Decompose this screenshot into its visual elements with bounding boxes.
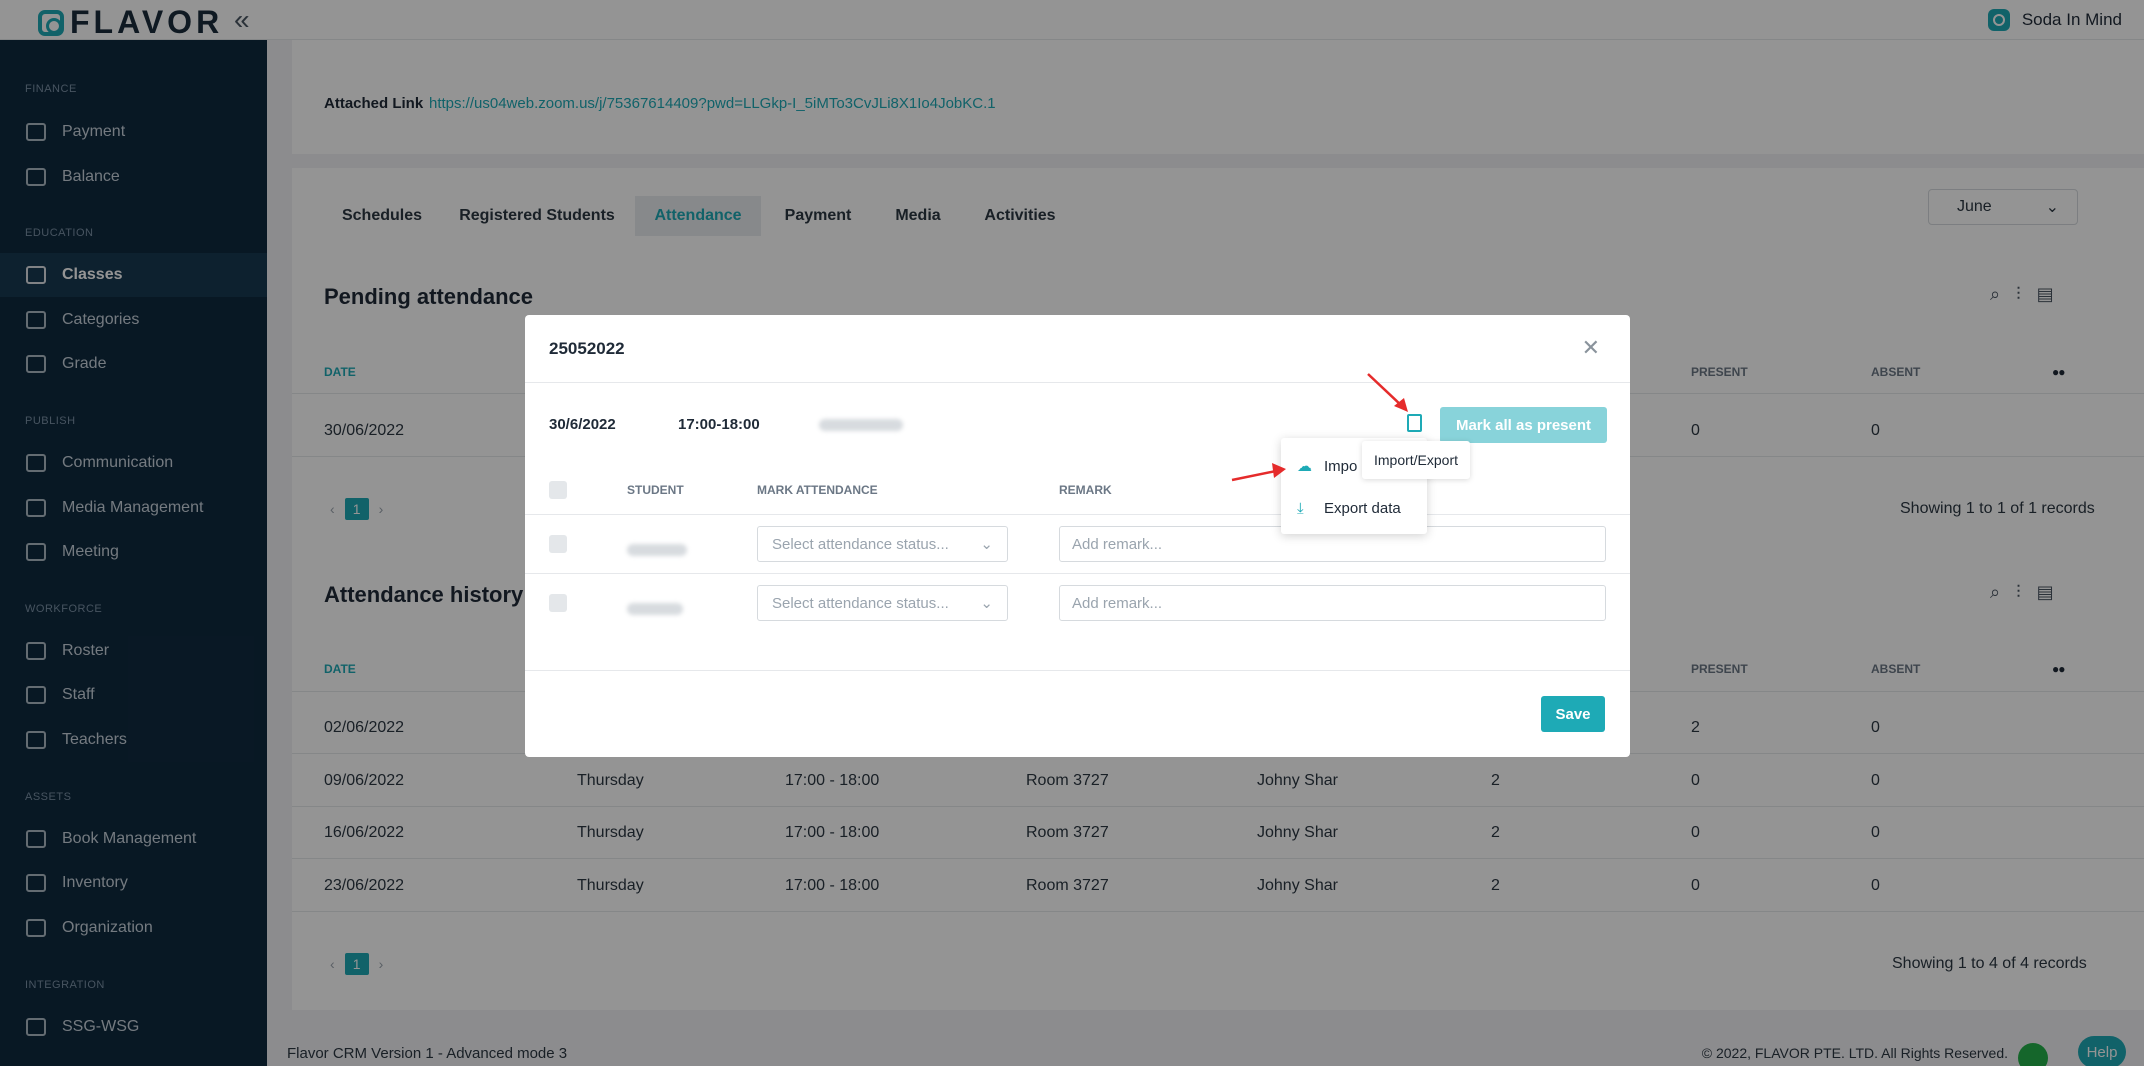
row-checkbox[interactable] bbox=[549, 594, 567, 612]
row-checkbox[interactable] bbox=[549, 535, 567, 553]
menu-item-import[interactable]: ☁ Impo bbox=[1297, 458, 1357, 475]
modal-title: 25052022 bbox=[549, 339, 625, 358]
attendance-status-select[interactable]: Select attendance status... ⌄ bbox=[757, 526, 1008, 562]
close-icon[interactable]: ✕ bbox=[1582, 335, 1600, 361]
remark-input[interactable] bbox=[1059, 585, 1606, 621]
divider bbox=[525, 382, 1630, 383]
student-name-redacted bbox=[627, 544, 687, 556]
header-mark-attendance: MARK ATTENDANCE bbox=[757, 483, 878, 497]
attendance-status-select[interactable]: Select attendance status... ⌄ bbox=[757, 585, 1008, 621]
select-all-checkbox[interactable] bbox=[549, 481, 567, 499]
divider bbox=[525, 573, 1630, 574]
select-placeholder: Select attendance status... bbox=[772, 535, 949, 553]
annotation-arrow-icon bbox=[1231, 463, 1286, 482]
mark-all-present-button[interactable]: Mark all as present bbox=[1440, 407, 1607, 443]
attendance-modal: 25052022 ✕ 30/6/2022 17:00-18:00 Mark al… bbox=[525, 315, 1630, 757]
chevron-down-icon: ⌄ bbox=[980, 595, 993, 612]
header-student: STUDENT bbox=[627, 483, 684, 497]
menu-item-label: Impo bbox=[1324, 458, 1358, 475]
chevron-down-icon: ⌄ bbox=[980, 536, 993, 553]
redacted-info bbox=[819, 419, 903, 431]
student-name-redacted bbox=[627, 603, 683, 615]
download-icon: ⤓ bbox=[1297, 499, 1304, 517]
cloud-upload-icon: ☁ bbox=[1297, 457, 1312, 475]
annotation-arrow-icon bbox=[1367, 373, 1408, 412]
select-placeholder: Select attendance status... bbox=[772, 594, 949, 612]
session-date: 30/6/2022 bbox=[549, 416, 616, 433]
import-export-icon[interactable] bbox=[1407, 414, 1422, 432]
menu-item-label: Export data bbox=[1324, 500, 1401, 517]
save-button[interactable]: Save bbox=[1541, 696, 1605, 732]
header-remark: REMARK bbox=[1059, 483, 1112, 497]
session-time: 17:00-18:00 bbox=[678, 416, 760, 433]
menu-item-export[interactable]: ⤓ Export data bbox=[1297, 500, 1401, 517]
import-export-tooltip: Import/Export bbox=[1362, 441, 1470, 479]
divider bbox=[525, 670, 1630, 671]
divider bbox=[525, 514, 1630, 515]
